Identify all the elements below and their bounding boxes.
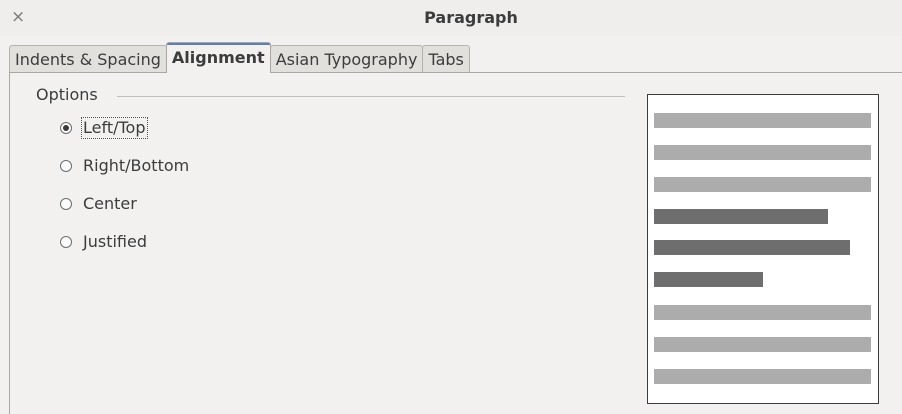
preview-line-context: [654, 369, 871, 384]
tab-asian-typography[interactable]: Asian Typography: [269, 45, 424, 73]
title-bar: × Paragraph: [0, 0, 902, 36]
radio-center[interactable]: Center: [60, 193, 138, 215]
radio-label-right-bottom[interactable]: Right/Bottom: [82, 156, 190, 176]
radio-label-center[interactable]: Center: [82, 194, 138, 214]
preview-line-context: [654, 177, 871, 192]
preview-line-context: [654, 337, 871, 352]
radio-right-bottom[interactable]: Right/Bottom: [60, 155, 190, 177]
radio-left-top[interactable]: Left/Top: [60, 117, 148, 139]
tab-bar: Indents & Spacing Alignment Asian Typogr…: [9, 42, 470, 73]
tab-indents-spacing[interactable]: Indents & Spacing: [9, 45, 167, 73]
tab-tabs[interactable]: Tabs: [422, 45, 470, 73]
radio-button-icon[interactable]: [60, 160, 72, 172]
radio-justified[interactable]: Justified: [60, 231, 148, 253]
preview-line-paragraph: [654, 240, 850, 255]
radio-label-left-top[interactable]: Left/Top: [81, 117, 148, 139]
preview-line-context: [654, 145, 871, 160]
preview-line-paragraph: [654, 272, 763, 287]
radio-button-checked-icon[interactable]: [60, 122, 72, 134]
tab-alignment[interactable]: Alignment: [165, 42, 271, 73]
radio-button-icon[interactable]: [60, 236, 72, 248]
options-separator: [117, 96, 625, 97]
options-group-label: Options: [36, 85, 98, 104]
dialog-title: Paragraph: [424, 8, 518, 27]
preview-line-paragraph: [654, 209, 828, 224]
radio-button-icon[interactable]: [60, 198, 72, 210]
preview-line-context: [654, 305, 871, 320]
alignment-preview: [647, 94, 879, 404]
preview-line-context: [654, 113, 871, 128]
radio-label-justified[interactable]: Justified: [82, 232, 148, 252]
